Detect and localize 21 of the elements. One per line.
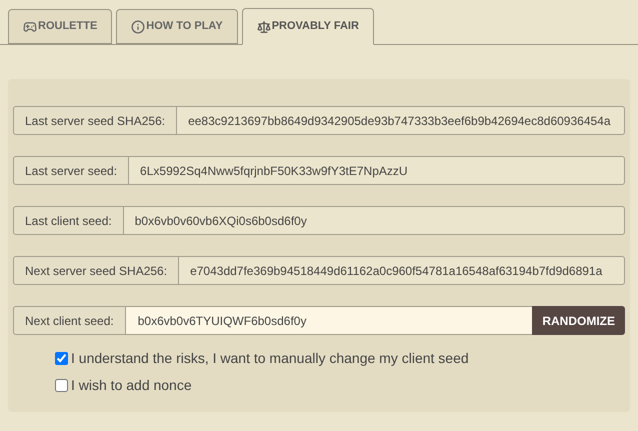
seed-value: 6Lx5992Sq4Nww5fqrjnbF50K33w9fY3tE7NpAzzU xyxy=(129,156,625,185)
scale-icon xyxy=(256,20,271,34)
field-label: Next server seed SHA256: xyxy=(13,256,180,285)
field-label: Last client seed: xyxy=(13,206,124,235)
field-label: Next client seed: xyxy=(13,306,126,335)
field-label: Last server seed: xyxy=(13,156,130,185)
info-icon xyxy=(131,20,146,34)
checkbox[interactable] xyxy=(55,352,68,365)
tab[interactable]: PROVABLY FAIR xyxy=(242,8,374,45)
input-field[interactable]: b0x6vb0v6TYUIQWF6b0sd6f0y xyxy=(126,306,532,335)
tab[interactable]: ROULETTE xyxy=(8,9,112,44)
seed-value: b0x6vb0v60vb6XQi0s6b0sd6f0y xyxy=(124,206,625,235)
checkbox-label: I understand the risks, I want to manually change my client seed xyxy=(71,349,469,368)
seed-value: ee83c9213697bb8649d9342905de93b747333b3eef6b9b42694ec8d60936454a xyxy=(177,106,625,135)
checkbox[interactable] xyxy=(55,379,68,392)
field-label: Last server seed SHA256: xyxy=(13,106,178,135)
gamepad-icon xyxy=(23,20,37,34)
randomize-button[interactable]: RANDOMIZE xyxy=(532,306,625,335)
checkbox-label: I wish to add nonce xyxy=(71,376,192,395)
seed-value: e7043dd7fe369b94518449d61162a0c960f54781a16548af63194b7fd9d6891a xyxy=(179,256,625,285)
tab[interactable]: HOW TO PLAY xyxy=(116,9,238,44)
